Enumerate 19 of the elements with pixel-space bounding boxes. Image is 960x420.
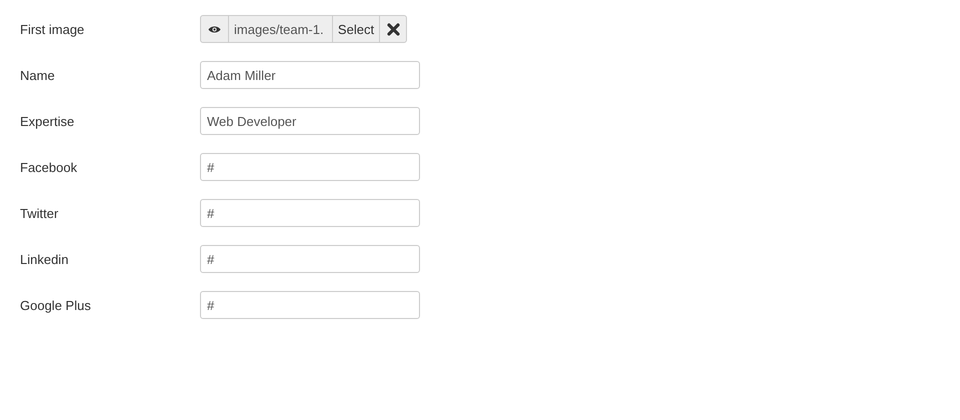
text-input[interactable]: #	[200, 291, 420, 319]
close-icon	[386, 22, 400, 36]
text-input[interactable]: #	[200, 153, 420, 181]
image-path-field[interactable]: images/team-1.	[229, 15, 333, 43]
text-input[interactable]: #	[200, 199, 420, 227]
field-label: Facebook	[20, 160, 78, 174]
text-input[interactable]: #	[200, 245, 420, 273]
text-input[interactable]: Adam Miller	[200, 61, 420, 89]
field-label: First image	[20, 22, 86, 36]
clear-button[interactable]	[379, 15, 407, 43]
field-label: Name	[20, 68, 56, 82]
field-label: Linkedin	[20, 252, 70, 266]
field-label: Twitter	[20, 206, 60, 220]
field-label: Expertise	[20, 114, 76, 128]
select-button[interactable]: Select	[332, 15, 380, 43]
field-label: Google Plus	[20, 298, 92, 312]
text-input[interactable]: Web Developer	[200, 107, 420, 135]
preview-button[interactable]	[200, 15, 229, 43]
eye-icon	[208, 24, 221, 34]
